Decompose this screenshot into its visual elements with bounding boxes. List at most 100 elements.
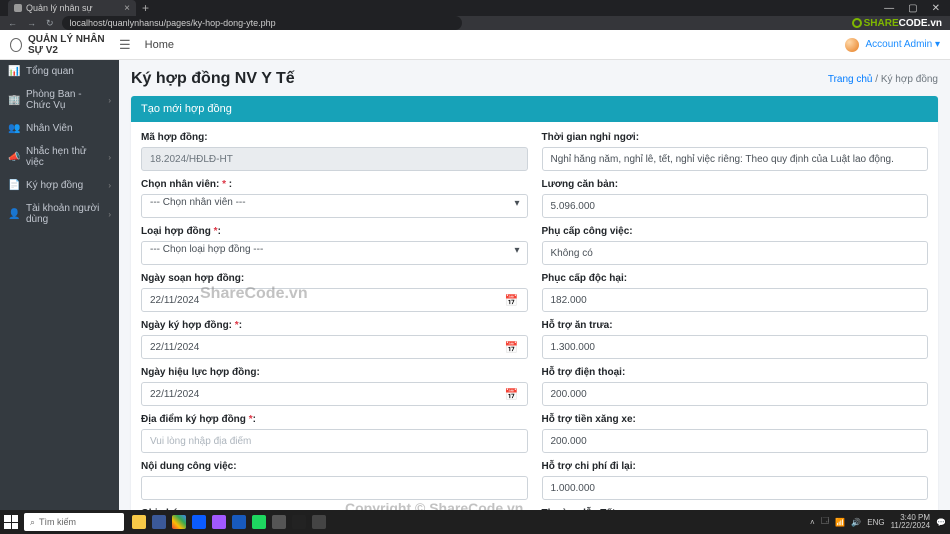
bullhorn-icon: 📣 [8, 152, 20, 163]
taskbar-app-icon[interactable] [152, 515, 166, 529]
taskbar-app-icon[interactable] [212, 515, 226, 529]
account-dropdown[interactable]: Account Admin ▾ [865, 39, 940, 50]
chevron-right-icon: › [108, 181, 111, 190]
input-xang-xe[interactable] [542, 429, 929, 453]
input-phu-cap-dh[interactable] [542, 288, 929, 312]
input-ngay-ky[interactable]: 22/11/2024📅 [141, 335, 528, 359]
new-tab-button[interactable]: + [142, 1, 149, 15]
calendar-icon[interactable]: 📅 [505, 341, 519, 354]
terminal-icon[interactable] [292, 515, 306, 529]
label-di-lai: Hỗ trợ chi phí đi lại: [542, 461, 929, 472]
user-icon: 👤 [8, 209, 20, 220]
label-chon-nhan-vien: Chọn nhân viên: * : [141, 179, 528, 190]
label-xang-xe: Hỗ trợ tiền xăng xe: [542, 414, 929, 425]
nav-icons: ← → ↻ [8, 18, 54, 29]
chevron-right-icon: › [108, 96, 111, 105]
input-dia-diem[interactable] [141, 429, 528, 453]
taskbar-clock[interactable]: 3:40 PM 11/22/2024 [891, 514, 930, 530]
sidebar-item-kyhopdong[interactable]: 📄Ký hợp đồng› [0, 174, 119, 197]
label-ngay-ky: Ngày ký hợp đồng: *: [141, 320, 528, 331]
close-window-icon[interactable]: ✕ [932, 3, 940, 14]
system-tray: ˄ 🗔 📶 🔊 ENG 3:40 PM 11/22/2024 💬 [810, 514, 946, 530]
label-dia-diem: Địa điểm ký hợp đồng *: [141, 414, 528, 425]
minimize-icon[interactable]: — [884, 3, 894, 14]
browser-tab[interactable]: Quản lý nhân sự × [8, 0, 136, 16]
input-an-trua[interactable] [542, 335, 929, 359]
search-icon: ⌕ [30, 517, 35, 528]
sidebar-item-taikhoan[interactable]: 👤Tài khoản người dùng› [0, 197, 119, 231]
taskbar-search[interactable]: ⌕ Tìm kiếm [24, 513, 124, 531]
reload-icon[interactable]: ↻ [46, 18, 54, 29]
windows-taskbar: ⌕ Tìm kiếm ˄ 🗔 📶 🔊 ENG 3:40 PM 11/22/202… [0, 510, 950, 534]
back-icon[interactable]: ← [8, 18, 17, 29]
page-title: Ký hợp đồng NV Y Tế [131, 70, 295, 88]
label-luong-can-ban: Lương căn bản: [542, 179, 929, 190]
label-nghi-ngoi: Thời gian nghỉ ngơi: [542, 132, 929, 143]
calendar-icon[interactable]: 📅 [505, 294, 519, 307]
input-phu-cap-cv[interactable] [542, 241, 929, 265]
taskbar-app-icon[interactable] [132, 515, 146, 529]
file-icon: 📄 [8, 180, 20, 191]
calendar-icon[interactable]: 📅 [505, 388, 519, 401]
maximize-icon[interactable]: ▢ [908, 3, 917, 14]
label-noi-dung: Nội dung công việc: [141, 461, 528, 472]
input-ngay-soan[interactable]: 22/11/2024📅 [141, 288, 528, 312]
sidebar-item-nhanvien[interactable]: 👥Nhân Viên [0, 117, 119, 140]
url-input[interactable]: localhost/quanlynhansu/pages/ky-hop-dong… [62, 16, 462, 30]
tab-title: Quản lý nhân sự [26, 3, 93, 13]
users-icon: 👥 [8, 123, 20, 134]
avatar-icon[interactable] [845, 38, 859, 52]
sharecode-icon [852, 18, 862, 28]
tray-icon[interactable]: 🗔 [821, 515, 830, 529]
sidebar-item-tongquan[interactable]: 📊Tổng quan [0, 60, 119, 83]
start-button[interactable] [4, 515, 18, 529]
taskbar-app-icon[interactable] [312, 515, 326, 529]
taskbar-app-icon[interactable] [272, 515, 286, 529]
tab-close-icon[interactable]: × [124, 3, 130, 14]
input-dien-thoai[interactable] [542, 382, 929, 406]
app-header: QUẢN LÝ NHÂN SỰ V2 ☰ Home Account Admin … [0, 30, 950, 60]
sidebar-item-nhachen[interactable]: 📣Nhắc hẹn thử việc› [0, 140, 119, 174]
label-ngay-soan: Ngày soạn hợp đồng: [141, 273, 528, 284]
label-ma-hop-dong: Mã hợp đồng: [141, 132, 528, 143]
breadcrumb-home-link[interactable]: Trang chủ [828, 74, 873, 85]
taskbar-app-icon[interactable] [192, 515, 206, 529]
card-header: Tạo mới hợp đồng [131, 96, 938, 122]
tab-favicon [14, 4, 22, 12]
label-loai-hop-dong: Loại hợp đồng *: [141, 226, 528, 237]
app-brand[interactable]: QUẢN LÝ NHÂN SỰ V2 [10, 34, 119, 56]
input-nghi-ngoi[interactable] [542, 147, 929, 171]
label-dien-thoai: Hỗ trợ điện thoại: [542, 367, 929, 378]
input-luong-can-ban[interactable] [542, 194, 929, 218]
input-noi-dung[interactable] [141, 476, 528, 500]
address-bar: ← → ↻ localhost/quanlynhansu/pages/ky-ho… [0, 16, 950, 30]
label-an-trua: Hỗ trợ ăn trưa: [542, 320, 929, 331]
sharecode-logo: SHARECODE.vn [852, 18, 942, 29]
word-icon[interactable] [232, 515, 246, 529]
chrome-icon[interactable] [172, 515, 186, 529]
label-phu-cap-dh: Phục cấp độc hại: [542, 273, 929, 284]
brand-logo-icon [10, 38, 22, 52]
forward-icon[interactable]: → [27, 18, 36, 29]
chevron-right-icon: › [108, 210, 111, 219]
hamburger-icon[interactable]: ☰ [119, 37, 131, 53]
sidebar-item-phongban[interactable]: 🏢Phòng Ban - Chức Vụ› [0, 83, 119, 117]
chevron-right-icon: › [108, 153, 111, 162]
taskbar-app-icon[interactable] [252, 515, 266, 529]
input-di-lai[interactable] [542, 476, 929, 500]
volume-icon[interactable]: 🔊 [851, 518, 861, 527]
breadcrumb-current: Ký hợp đồng [881, 74, 938, 85]
home-link[interactable]: Home [145, 39, 174, 51]
language-indicator[interactable]: ENG [867, 518, 884, 527]
tray-chevron-icon[interactable]: ˄ [810, 518, 815, 527]
notification-icon[interactable]: 💬 [936, 518, 946, 527]
form-card: Tạo mới hợp đồng Mã hợp đồng: Chọn nhân … [131, 96, 938, 510]
window-controls: — ▢ ✕ [884, 3, 950, 14]
sidebar: 📊Tổng quan 🏢Phòng Ban - Chức Vụ› 👥Nhân V… [0, 60, 119, 510]
dashboard-icon: 📊 [8, 66, 20, 77]
select-loai-hop-dong[interactable]: --- Chọn loại hợp đồng --- [141, 241, 528, 265]
input-ngay-hieu-luc[interactable]: 22/11/2024📅 [141, 382, 528, 406]
input-ma-hop-dong [141, 147, 528, 171]
wifi-icon[interactable]: 📶 [835, 518, 845, 527]
select-nhan-vien[interactable]: --- Chọn nhân viên --- [141, 194, 528, 218]
